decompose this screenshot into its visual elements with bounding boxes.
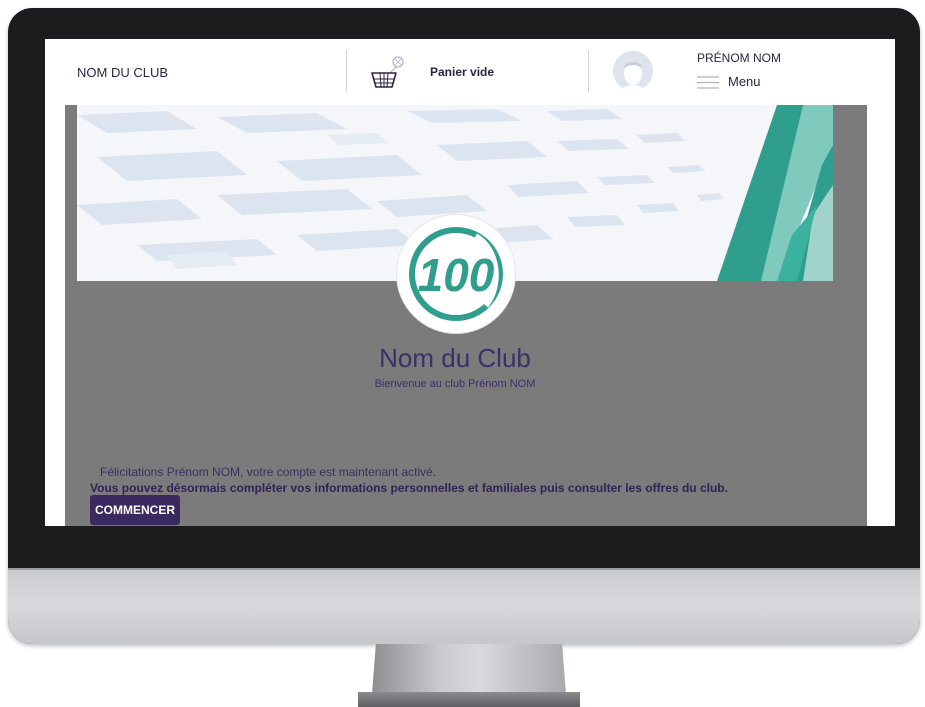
monitor-chin [8, 568, 920, 644]
divider [346, 50, 347, 92]
complete-profile-message: Vous pouvez désormais compléter vos info… [90, 481, 728, 495]
hamburger-menu-icon [697, 76, 719, 89]
monitor-stand [372, 644, 566, 694]
club-welcome-text: Bienvenue au club Prénom NOM [374, 378, 536, 390]
cart-button[interactable]: Panier vide [368, 55, 532, 91]
basket-icon [371, 56, 404, 88]
user-avatar-icon [613, 51, 653, 91]
menu-label: Menu [728, 74, 761, 89]
monitor-stand-base [358, 692, 580, 707]
browser-screen: NOM DU CLUB Panier vide PRÉNOM NOM Menu … [45, 39, 895, 526]
avatar[interactable] [613, 51, 653, 91]
imac-monitor: NOM DU CLUB Panier vide PRÉNOM NOM Menu … [8, 8, 920, 644]
club-title: Nom du Club [379, 343, 531, 373]
club-name-link[interactable]: NOM DU CLUB [77, 65, 168, 80]
page-content: 100 Nom du Club Bienvenue au club Prénom… [45, 105, 895, 526]
top-navigation-bar: NOM DU CLUB Panier vide PRÉNOM NOM Menu [45, 39, 895, 105]
club-logo-icon: 100 [409, 227, 503, 321]
club-logo: 100 [397, 215, 515, 333]
cart-label: Panier vide [430, 65, 495, 79]
logo-text: 100 [418, 249, 495, 301]
divider [588, 50, 589, 92]
start-button[interactable]: COMMENCER [90, 495, 180, 525]
congrats-message: Félicitations Prénom NOM, votre compte e… [100, 465, 437, 479]
user-name: PRÉNOM NOM [697, 51, 781, 65]
